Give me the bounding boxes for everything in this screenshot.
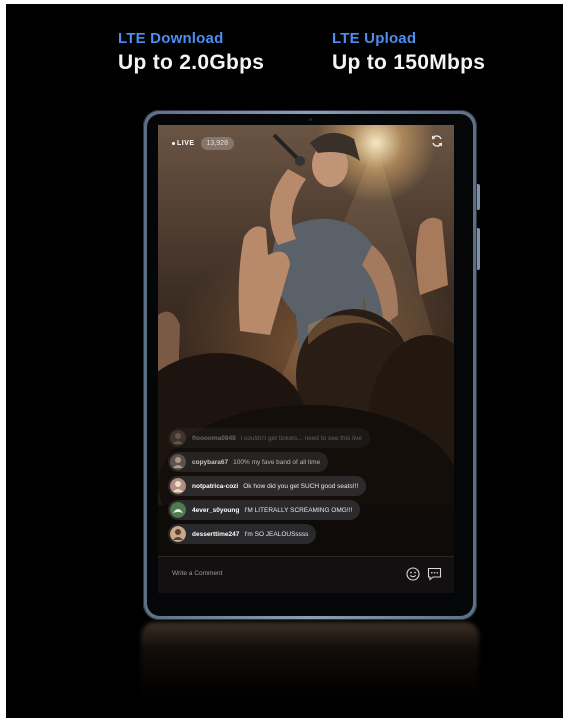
comment-username: notpatrica-cozi — [192, 482, 239, 490]
avatar — [170, 526, 186, 542]
comment-item: notpatrica-cozi Ok how did you get SUCH … — [168, 476, 367, 496]
tablet-device: LIVE 13,928 flooooma0848 i couldn't get … — [143, 110, 480, 620]
comment-item: 4ever_s0young I'M LITERALLY SCREAMING OM… — [168, 500, 361, 520]
chat-bubble-icon[interactable] — [427, 567, 442, 581]
live-badge: LIVE — [172, 140, 195, 147]
comment-input[interactable]: Write a Comment — [172, 570, 222, 577]
comment-username: 4ever_s0young — [192, 506, 240, 514]
spec-value: Up to 150Mbps — [332, 51, 486, 74]
live-stream-screen: LIVE 13,928 flooooma0848 i couldn't get … — [158, 125, 454, 593]
avatar — [170, 454, 186, 470]
live-status: LIVE 13,928 — [172, 137, 234, 150]
tablet-reflection — [141, 622, 479, 712]
spec-value: Up to 2.0Gbps — [118, 51, 265, 74]
volume-button — [477, 184, 480, 210]
comment-item: copybara67 100% my fave band of all time — [168, 452, 329, 472]
front-camera — [309, 118, 312, 121]
comment-username: desserttime247 — [192, 530, 240, 538]
live-label: LIVE — [177, 140, 195, 147]
comment-username: copybara67 — [192, 458, 229, 466]
promo-panel: LTE Download Up to 2.0Gbps LTE Upload Up… — [6, 4, 563, 718]
lte-upload-spec: LTE Upload Up to 150Mbps — [332, 30, 485, 75]
comment-username: flooooma0848 — [192, 434, 236, 442]
comment-text: Ok how did you get SUCH good seats!!! — [243, 482, 359, 490]
spec-label: LTE Download — [118, 30, 224, 47]
comment-item: flooooma0848 i couldn't get tickets... n… — [168, 428, 370, 448]
comment-text: i couldn't get tickets... need to see th… — [240, 434, 362, 442]
emoji-icon[interactable] — [406, 567, 420, 581]
comment-item: desserttime247 I'm SO JEALOUSssss — [168, 524, 317, 544]
comment-text: 100% my fave band of all time — [233, 458, 321, 466]
comment-input-bar: Write a Comment — [158, 556, 454, 593]
power-button — [477, 228, 480, 270]
avatar — [170, 478, 186, 494]
viewer-count: 13,928 — [200, 137, 234, 150]
spec-label: LTE Upload — [332, 30, 417, 47]
refresh-icon[interactable] — [430, 134, 444, 148]
live-dot-icon — [172, 141, 175, 145]
comment-feed: flooooma0848 i couldn't get tickets... n… — [168, 428, 370, 548]
avatar — [170, 430, 186, 446]
avatar — [170, 502, 186, 518]
comment-text: I'm SO JEALOUSssss — [244, 530, 309, 538]
lte-download-spec: LTE Download Up to 2.0Gbps — [118, 30, 264, 75]
comment-text: I'M LITERALLY SCREAMING OMG!!! — [244, 506, 353, 514]
